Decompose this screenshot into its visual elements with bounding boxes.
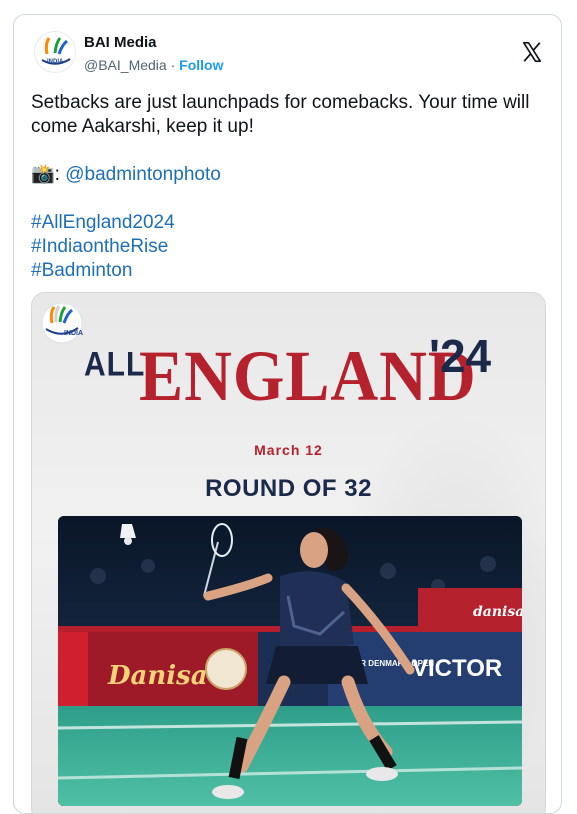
- round-label: ROUND OF 32: [205, 475, 372, 502]
- tweet-card[interactable]: INDIA BAI Media @BAI_Media · Follow Setb…: [13, 14, 562, 814]
- hashtag-link[interactable]: #AllEngland2024: [31, 212, 175, 233]
- title-year: '24: [429, 330, 492, 382]
- follow-button[interactable]: Follow: [179, 57, 223, 73]
- tweet-text: Setbacks are just launchpads for comebac…: [31, 91, 551, 283]
- handle-row: @BAI_Media · Follow: [84, 55, 223, 75]
- title-all: ALL: [84, 345, 146, 384]
- hashtag-link[interactable]: #Badminton: [31, 260, 132, 281]
- hashtag-link[interactable]: #IndiaontheRise: [31, 236, 168, 257]
- title-england: ENGLAND: [139, 336, 477, 416]
- match-date: March 12: [254, 442, 323, 458]
- tweet-media-image[interactable]: INDIA ALL ENGLAND '24 March 12 ROUND OF …: [31, 292, 546, 813]
- credit-sep: :: [54, 164, 60, 185]
- avatar-text: INDIA: [47, 59, 64, 65]
- bai-avatar-logo: INDIA: [41, 36, 71, 65]
- tweet-body: Setbacks are just launchpads for comebac…: [31, 92, 530, 137]
- player-photo-illustration: Danisa VICTOR VICTOR DENMARK OPEN danisa: [58, 516, 522, 806]
- camera-icon: 📸: [31, 164, 55, 185]
- avatar[interactable]: INDIA: [34, 31, 76, 73]
- handle[interactable]: @BAI_Media: [84, 57, 167, 73]
- x-logo-icon[interactable]: [521, 41, 543, 63]
- logo-text: INDIA: [64, 330, 83, 337]
- display-name[interactable]: BAI Media: [84, 33, 223, 53]
- tweet-header: INDIA BAI Media @BAI_Media · Follow: [34, 31, 545, 75]
- credit-mention-link[interactable]: @badmintonphoto: [65, 164, 221, 185]
- sponsor-danisa-small: danisa: [473, 604, 522, 620]
- sponsor-danisa: Danisa: [107, 661, 208, 691]
- separator: ·: [170, 57, 176, 73]
- bai-logo: INDIA: [41, 302, 83, 344]
- photo-credit: 📸: @badmintonphoto: [31, 163, 551, 187]
- author-names: BAI Media @BAI_Media · Follow: [84, 33, 223, 75]
- player-photo: Danisa VICTOR VICTOR DENMARK OPEN danisa: [58, 516, 522, 806]
